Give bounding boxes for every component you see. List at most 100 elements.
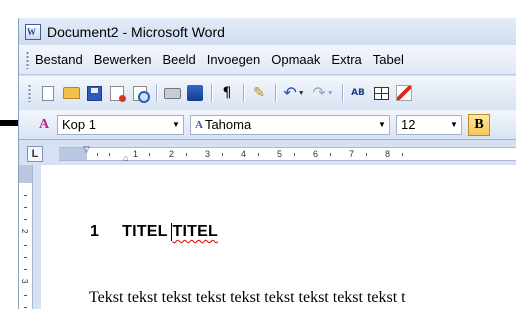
- ruler-tick: [330, 153, 331, 156]
- save-icon: [86, 85, 102, 101]
- insert-table-button[interactable]: [370, 82, 392, 104]
- ruler-tick: [109, 153, 110, 156]
- ruler-number: 3: [20, 279, 29, 284]
- standard-toolbar: ¶ ✎ ↶ ▼ ↷ ▼ AB: [19, 76, 516, 110]
- ruler-tick: [24, 307, 27, 308]
- ruler-number: 8: [385, 149, 391, 159]
- toolbar-separator: [275, 84, 276, 102]
- tab-selector-button[interactable]: L: [27, 146, 43, 162]
- ruler-tick: [24, 257, 27, 258]
- chevron-down-icon[interactable]: ▼: [375, 116, 389, 134]
- menu-tabel[interactable]: Tabel: [373, 52, 404, 67]
- document-page[interactable]: 1 TITEL TITEL Tekst tekst tekst tekst te…: [41, 165, 516, 309]
- print-preview-button[interactable]: [129, 82, 151, 104]
- ruler-number: 4: [241, 149, 247, 159]
- permission-icon: [110, 85, 126, 102]
- style-value: Kop 1: [62, 117, 96, 132]
- insert-table-icon: [373, 86, 389, 100]
- body-paragraph[interactable]: Tekst tekst tekst tekst tekst tekst teks…: [89, 289, 406, 307]
- ruler-tick: [222, 153, 223, 156]
- menu-bestand[interactable]: Bestand: [35, 52, 83, 67]
- font-size-value: 12: [401, 117, 416, 132]
- styles-pane-icon[interactable]: A: [35, 116, 53, 134]
- menu-beeld[interactable]: Beeld: [163, 52, 196, 67]
- hanging-indent-marker-icon[interactable]: ⌂: [123, 154, 128, 163]
- insert-hyperlink-button[interactable]: AB: [347, 82, 369, 104]
- open-icon: [62, 87, 80, 99]
- permission-button[interactable]: [106, 82, 128, 104]
- new-document-icon: [42, 85, 54, 101]
- toolbar-separator: [156, 84, 157, 102]
- ruler-tick: [24, 269, 27, 270]
- ruler-tick: [97, 153, 98, 156]
- ruler-tick: [294, 153, 295, 156]
- chevron-down-icon[interactable]: ▼: [169, 116, 183, 134]
- menu-extra[interactable]: Extra: [331, 52, 361, 67]
- ruler-number: 7: [349, 149, 355, 159]
- redo-button[interactable]: ↷ ▼: [309, 82, 337, 104]
- format-painter-icon: ✎: [253, 85, 265, 101]
- ruler-number: 3: [205, 149, 211, 159]
- heading-word: TITEL: [122, 223, 168, 240]
- text-cursor: [170, 223, 172, 241]
- undo-icon: ↶: [283, 83, 297, 102]
- print-preview-icon: [133, 85, 150, 103]
- insert-hyperlink-icon: AB: [351, 88, 365, 98]
- new-document-button[interactable]: [37, 82, 59, 104]
- toolbar-separator: [243, 84, 244, 102]
- save-button[interactable]: [83, 82, 105, 104]
- menu-bewerken[interactable]: Bewerken: [94, 52, 152, 67]
- heading-1[interactable]: 1 TITEL TITEL: [90, 223, 218, 241]
- formatting-toolbar: A Kop 1 ▼ A Tahoma ▼ 12 ▼ B: [19, 110, 516, 140]
- first-line-indent-marker-icon[interactable]: ▽: [83, 145, 90, 154]
- print-icon: [163, 87, 181, 99]
- menu-invoegen[interactable]: Invoegen: [207, 52, 261, 67]
- font-value: Tahoma: [204, 117, 252, 132]
- style-select[interactable]: Kop 1 ▼: [57, 114, 184, 135]
- ruler-tick: [402, 153, 403, 156]
- open-button[interactable]: [60, 82, 82, 104]
- ruler-tick: [24, 245, 27, 246]
- vertical-ruler-margin: [19, 165, 32, 183]
- ruler-tick: [149, 153, 150, 156]
- ruler-tick: [24, 295, 27, 296]
- heading-word-misspelled[interactable]: TITEL: [173, 223, 218, 241]
- toolbar-grip-icon[interactable]: [28, 84, 31, 102]
- undo-button[interactable]: ↶ ▼: [280, 82, 308, 104]
- horizontal-ruler-row: L ▽ ⌂ 1 2 3 4 5 6 7 8: [19, 141, 516, 165]
- word-app-icon[interactable]: W: [25, 23, 41, 40]
- heading-number: 1: [90, 223, 100, 240]
- vertical-ruler[interactable]: 2 3: [19, 165, 33, 309]
- menu-opmaak[interactable]: Opmaak: [271, 52, 320, 67]
- format-painter-button[interactable]: ✎: [248, 82, 270, 104]
- ruler-number: 2: [169, 149, 175, 159]
- ruler-tick: [24, 195, 27, 196]
- ruler-tick: [24, 219, 27, 220]
- chevron-down-icon[interactable]: ▼: [447, 116, 461, 134]
- toolbar-grip-icon[interactable]: [26, 50, 29, 69]
- drawing-button[interactable]: [393, 82, 415, 104]
- font-select[interactable]: A Tahoma ▼: [190, 114, 390, 135]
- redo-icon: ↷: [312, 83, 326, 102]
- print-button[interactable]: [161, 82, 183, 104]
- ruler-tick: [366, 153, 367, 156]
- bold-button[interactable]: B: [468, 113, 490, 136]
- font-size-select[interactable]: 12 ▼: [396, 114, 462, 135]
- ruler-number: 1: [133, 149, 139, 159]
- drawing-icon: [396, 85, 412, 101]
- ruler-tick: [258, 153, 259, 156]
- ruler-tick: [24, 207, 27, 208]
- word-window: W Document2 - Microsoft Word Bestand Bew…: [18, 18, 516, 309]
- show-formatting-icon: ¶: [222, 85, 232, 101]
- menu-bar: Bestand Bewerken Beeld Invoegen Opmaak E…: [19, 45, 516, 75]
- redo-dropdown-icon[interactable]: ▼: [327, 90, 334, 97]
- horizontal-ruler[interactable]: ▽ ⌂ 1 2 3 4 5 6 7 8: [59, 145, 516, 163]
- research-button[interactable]: [184, 82, 206, 104]
- font-type-icon: A: [195, 118, 203, 131]
- title-bar: W Document2 - Microsoft Word: [19, 18, 516, 45]
- ruler-number: 2: [20, 229, 29, 234]
- ruler-number: 5: [277, 149, 283, 159]
- show-formatting-button[interactable]: ¶: [216, 82, 238, 104]
- undo-dropdown-icon[interactable]: ▼: [298, 90, 305, 97]
- research-icon: [187, 85, 203, 101]
